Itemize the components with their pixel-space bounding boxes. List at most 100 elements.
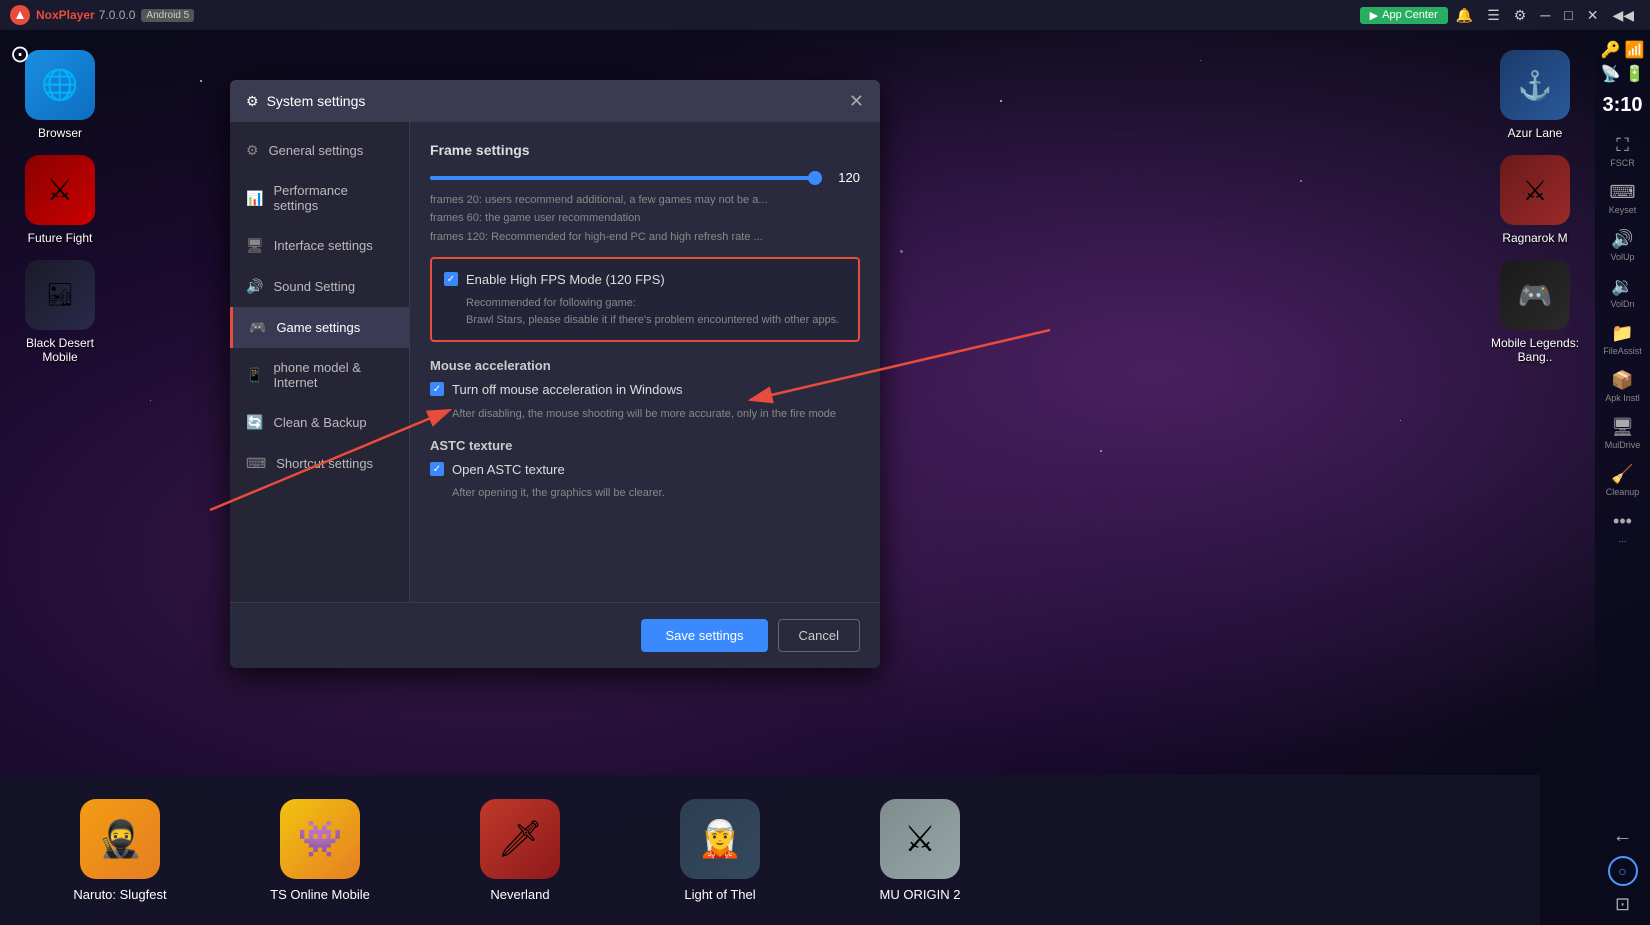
ts-online-app[interactable]: 👾 TS Online Mobile — [220, 799, 420, 902]
general-nav-icon: ⚙ — [246, 142, 259, 159]
dialog-close-button[interactable]: ✕ — [849, 92, 864, 110]
neverland-name: Neverland — [490, 887, 549, 902]
cleanup-label: Cleanup — [1606, 487, 1640, 497]
fscr-button[interactable]: ⛶ FSCR — [1599, 129, 1647, 174]
fps-slider-row: 120 — [430, 170, 860, 185]
close-button[interactable]: ✕ — [1581, 5, 1605, 26]
check-icon: ✓ — [447, 274, 455, 285]
cleanup-button[interactable]: 🧹 Cleanup — [1599, 458, 1647, 503]
azur-lane-app[interactable]: ⚓ Azur Lane — [1485, 50, 1585, 140]
mobile-legends-app[interactable]: 🎮 Mobile Legends: Bang.. — [1485, 260, 1585, 364]
voldn-button[interactable]: 🔉 VolDn — [1599, 270, 1647, 315]
save-settings-button[interactable]: Save settings — [641, 619, 767, 652]
apkinstl-icon: 📦 — [1611, 370, 1633, 391]
minimize-button[interactable]: ─ — [1534, 5, 1556, 25]
back-button[interactable]: ◀◀ — [1606, 5, 1640, 26]
key-icon: 🔑 — [1601, 40, 1621, 60]
shortcut-nav-label: Shortcut settings — [276, 456, 373, 471]
home-icon-desktop[interactable]: ⊙ — [10, 40, 30, 69]
fps-slider-track[interactable] — [430, 176, 815, 180]
fps-slider-fill — [430, 176, 815, 180]
volup-label: VolUp — [1610, 252, 1634, 262]
battery-icon: 🔋 — [1625, 64, 1645, 84]
nav-performance[interactable]: 📊 Performance settings — [230, 171, 409, 225]
fscr-icon: ⛶ — [1616, 135, 1629, 156]
general-nav-label: General settings — [269, 143, 364, 158]
nav-backup[interactable]: 🔄 Clean & Backup — [230, 402, 409, 443]
settings-dialog: ⚙ System settings ✕ ⚙ General settings 📊… — [230, 80, 880, 668]
more-icon: ••• — [1613, 511, 1632, 532]
fileassist-button[interactable]: 📁 FileAssist — [1599, 317, 1647, 362]
main-content: ⊙ 🌐 Browser ⚔ Future Fight 🏜 Black Deser… — [0, 30, 1595, 925]
nav-shortcut[interactable]: ⌨ Shortcut settings — [230, 443, 409, 484]
right-sidebar: 🔑 📶 📡 🔋 3:10 ⛶ FSCR ⌨ Keyset 🔊 VolUp 🔉 V… — [1595, 30, 1650, 925]
high-fps-label: Enable High FPS Mode (120 FPS) — [466, 271, 665, 289]
nav-interface[interactable]: 🖥 Interface settings — [230, 225, 409, 266]
high-fps-checkbox[interactable]: ✓ — [444, 272, 458, 286]
back-nav-icon[interactable]: ← — [1613, 825, 1633, 848]
phone-nav-icon: 📱 — [246, 367, 263, 384]
menu-button[interactable]: ☰ — [1481, 5, 1506, 26]
nav-phone[interactable]: 📱 phone model & Internet — [230, 348, 409, 402]
fscr-label: FSCR — [1610, 158, 1635, 168]
mu-origin-app[interactable]: ⚔ MU ORIGIN 2 — [820, 799, 1020, 902]
volup-icon: 🔊 — [1611, 229, 1633, 250]
naruto-app[interactable]: 🥷 Naruto: Slugfest — [20, 799, 220, 902]
mouse-accel-title: Mouse acceleration — [430, 358, 860, 373]
future-fight-app[interactable]: ⚔ Future Fight — [10, 155, 110, 245]
light-of-thel-app[interactable]: 🧝 Light of Thel — [620, 799, 820, 902]
ragnarok-icon: ⚔ — [1500, 155, 1570, 225]
muldrive-button[interactable]: 🖥 MulDrive — [1599, 411, 1647, 456]
light-of-thel-name: Light of Thel — [684, 887, 755, 902]
dialog-body: ⚙ General settings 📊 Performance setting… — [230, 122, 880, 602]
performance-nav-label: Performance settings — [273, 183, 393, 213]
settings-button[interactable]: ⚙ — [1508, 5, 1533, 26]
more-button[interactable]: ••• ... — [1599, 505, 1647, 550]
mu-origin-icon: ⚔ — [880, 799, 960, 879]
restore-button[interactable]: □ — [1558, 5, 1578, 25]
keyset-button[interactable]: ⌨ Keyset — [1599, 176, 1647, 221]
wifi-icon: 📶 — [1625, 40, 1645, 60]
black-desert-icon: 🏜 — [25, 260, 95, 330]
neverland-app[interactable]: 🗡 Neverland — [420, 799, 620, 902]
nav-general[interactable]: ⚙ General settings — [230, 130, 409, 171]
keyset-label: Keyset — [1609, 205, 1637, 215]
fps-hint-2: frames 60: the game user recommendation — [430, 211, 860, 226]
frame-settings-title: Frame settings — [430, 142, 860, 158]
sound-nav-label: Sound Setting — [273, 279, 355, 294]
fps-hint-3: frames 120: Recommended for high-end PC … — [430, 230, 860, 245]
voldn-icon: 🔉 — [1611, 276, 1633, 297]
square-nav-icon[interactable]: ⊡ — [1615, 894, 1630, 915]
volup-button[interactable]: 🔊 VolUp — [1599, 223, 1647, 268]
nav-game[interactable]: 🎮 Game settings — [230, 307, 409, 348]
high-fps-box: ✓ Enable High FPS Mode (120 FPS) Recomme… — [430, 257, 860, 342]
fps-slider-thumb[interactable] — [808, 171, 822, 185]
ragnarok-app[interactable]: ⚔ Ragnarok M — [1485, 155, 1585, 245]
black-desert-name: Black Desert Mobile — [10, 336, 110, 364]
app-center-button[interactable]: ▶ App Center — [1360, 7, 1448, 24]
mouse-accel-checkbox[interactable]: ✓ — [430, 382, 444, 396]
game-nav-icon: 🎮 — [249, 319, 266, 336]
home-button[interactable]: ○ — [1608, 856, 1638, 886]
bell-button[interactable]: 🔔 — [1450, 5, 1479, 26]
time-display: 3:10 — [1602, 94, 1642, 117]
fileassist-icon: 📁 — [1611, 323, 1633, 344]
astc-checkbox[interactable]: ✓ — [430, 462, 444, 476]
astc-checkbox-row: ✓ Open ASTC texture — [430, 461, 860, 479]
nox-logo-icon — [10, 5, 30, 25]
mouse-accel-desc: After disabling, the mouse shooting will… — [452, 406, 860, 423]
game-nav-label: Game settings — [276, 320, 360, 335]
apkinstl-button[interactable]: 📦 Apk Instl — [1599, 364, 1647, 409]
high-fps-checkbox-row: ✓ Enable High FPS Mode (120 FPS) — [444, 271, 846, 289]
fileassist-label: FileAssist — [1603, 346, 1642, 356]
black-desert-app[interactable]: 🏜 Black Desert Mobile — [10, 260, 110, 364]
mouse-check-icon: ✓ — [433, 384, 441, 395]
cancel-button[interactable]: Cancel — [778, 619, 860, 652]
nav-sound[interactable]: 🔊 Sound Setting — [230, 266, 409, 307]
dialog-header: ⚙ System settings ✕ — [230, 80, 880, 122]
mobile-legends-icon: 🎮 — [1500, 260, 1570, 330]
mu-origin-name: MU ORIGIN 2 — [880, 887, 961, 902]
nox-logo-text: NoxPlayer 7.0.0.0 — [36, 8, 135, 22]
settings-nav: ⚙ General settings 📊 Performance setting… — [230, 122, 410, 602]
ts-online-name: TS Online Mobile — [270, 887, 370, 902]
